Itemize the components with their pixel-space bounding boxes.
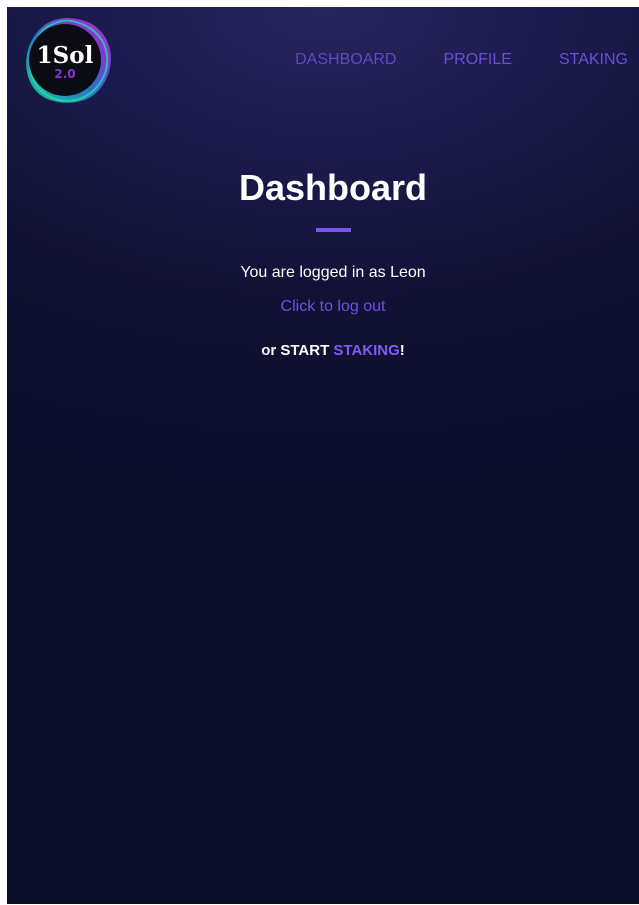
logout-link[interactable]: Click to log out [281,298,386,315]
app-frame: 1Sol 2.0 DASHBOARD PROFILE STAKING Dashb… [7,7,639,904]
nav-profile[interactable]: PROFILE [443,51,511,69]
top-nav: DASHBOARD PROFILE STAKING [295,51,628,69]
logo-name: 1Sol [36,42,94,69]
cta-prefix: or START [261,342,334,359]
staking-cta: or START STAKING! [7,341,639,361]
logged-in-text: You are logged in as Leon [240,264,426,281]
title-divider [316,228,351,232]
logo-version: 2.0 [54,67,76,81]
nav-staking[interactable]: STAKING [559,51,628,69]
page-title: Dashboard [238,167,428,208]
logo[interactable]: 1Sol 2.0 [23,16,115,108]
cta-suffix: ! [399,342,405,359]
nav-dashboard[interactable]: DASHBOARD [295,51,396,69]
staking-link[interactable]: STAKING [333,342,399,359]
logout-row: Click to log out [7,297,639,317]
